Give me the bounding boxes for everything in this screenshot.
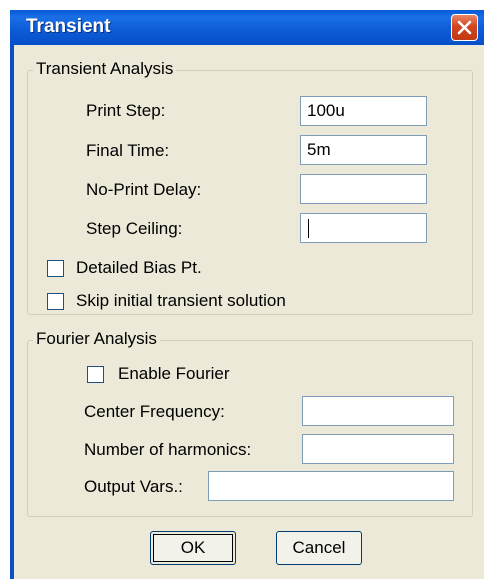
window-title: Transient <box>26 16 111 37</box>
step-ceiling-label: Step Ceiling: <box>86 219 183 238</box>
output-vars-field[interactable] <box>208 471 454 501</box>
num-harmonics-field[interactable] <box>302 434 454 464</box>
no-print-delay-label: No-Print Delay: <box>86 180 202 199</box>
enable-fourier-checkbox[interactable] <box>87 366 104 383</box>
enable-fourier-label[interactable]: Enable Fourier <box>118 364 230 384</box>
step-ceiling-field[interactable] <box>300 213 427 243</box>
ok-button[interactable]: OK <box>150 531 236 565</box>
fourier-analysis-legend: Fourier Analysis <box>33 329 160 349</box>
text-caret <box>308 219 309 238</box>
transient-analysis-legend: Transient Analysis <box>33 59 177 79</box>
cancel-button[interactable]: Cancel <box>276 531 362 565</box>
center-frequency-label: Center Frequency: <box>84 402 225 421</box>
title-bar[interactable]: Transient <box>10 10 484 45</box>
transient-dialog: Transient Transient Analysis Print Step:… <box>10 10 484 579</box>
close-button[interactable] <box>451 14 478 41</box>
output-vars-label: Output Vars.: <box>84 477 183 496</box>
center-frequency-field[interactable] <box>302 396 454 426</box>
skip-initial-checkbox[interactable] <box>47 293 64 310</box>
detailed-bias-checkbox[interactable] <box>47 260 64 277</box>
no-print-delay-field[interactable] <box>300 174 427 204</box>
print-step-field[interactable] <box>300 96 427 126</box>
print-step-label: Print Step: <box>86 101 166 120</box>
final-time-field[interactable] <box>300 135 427 165</box>
num-harmonics-label: Number of harmonics: <box>84 440 252 459</box>
skip-initial-label[interactable]: Skip initial transient solution <box>76 291 286 311</box>
detailed-bias-label[interactable]: Detailed Bias Pt. <box>76 258 202 278</box>
close-icon <box>457 20 472 35</box>
final-time-label: Final Time: <box>86 141 170 160</box>
window-left-border <box>10 45 14 579</box>
